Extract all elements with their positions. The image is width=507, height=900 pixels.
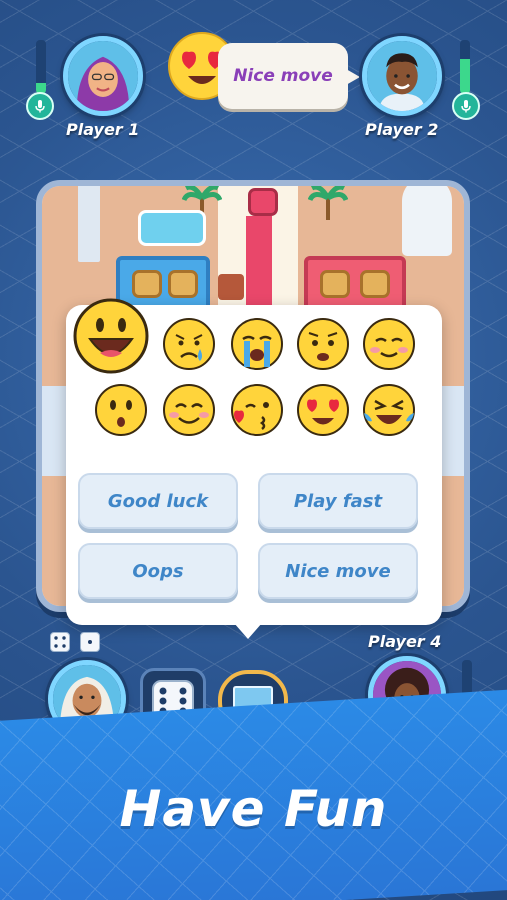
palm-tree-icon bbox=[308, 186, 348, 220]
player1-name: Player 1 bbox=[66, 120, 140, 139]
dice-small-icon bbox=[80, 632, 100, 652]
player1-mic-icon[interactable] bbox=[26, 92, 54, 120]
laughing-tears-emoji-icon[interactable] bbox=[362, 383, 416, 437]
red-home-token bbox=[320, 270, 350, 298]
blush-smile-emoji-icon[interactable] bbox=[162, 383, 216, 437]
pool-decoration bbox=[138, 210, 206, 246]
player1-avatar[interactable] bbox=[63, 36, 143, 116]
red-path-token[interactable] bbox=[248, 188, 278, 216]
headline: Have Fun bbox=[119, 780, 388, 838]
top-message-text: Nice move bbox=[233, 66, 333, 86]
crying-emoji-icon[interactable] bbox=[230, 317, 284, 371]
blue-home-token bbox=[168, 270, 198, 298]
sail-building-decoration bbox=[402, 186, 452, 256]
surprised-emoji-icon[interactable] bbox=[94, 383, 148, 437]
good-luck-button[interactable]: Good luck bbox=[78, 473, 238, 529]
player2-name: Player 2 bbox=[365, 120, 439, 139]
red-home-token bbox=[360, 270, 390, 298]
heart-eyes-emoji-icon[interactable] bbox=[296, 383, 350, 437]
player4-name: Player 4 bbox=[368, 632, 442, 651]
tower-decoration bbox=[78, 186, 100, 262]
top-message-bubble: Nice move bbox=[218, 43, 360, 109]
oops-button[interactable]: Oops bbox=[78, 543, 238, 599]
player1-volume-bar bbox=[36, 40, 46, 94]
big-smile-emoji-icon[interactable] bbox=[72, 297, 150, 375]
nice-move-button[interactable]: Nice move bbox=[258, 543, 418, 599]
player2-volume-bar bbox=[460, 40, 470, 94]
player2-avatar[interactable] bbox=[362, 36, 442, 116]
worried-emoji-icon[interactable] bbox=[296, 317, 350, 371]
blue-home-token bbox=[132, 270, 162, 298]
chat-panel: Good luck Play fast Oops Nice move bbox=[66, 298, 442, 639]
kiss-emoji-icon[interactable] bbox=[230, 383, 284, 437]
content-smile-emoji-icon[interactable] bbox=[362, 317, 416, 371]
sad-tear-emoji-icon[interactable] bbox=[162, 317, 216, 371]
chest-icon bbox=[218, 274, 244, 300]
player2-mic-icon[interactable] bbox=[452, 92, 480, 120]
dice-small-icon bbox=[50, 632, 70, 652]
play-fast-button[interactable]: Play fast bbox=[258, 473, 418, 529]
